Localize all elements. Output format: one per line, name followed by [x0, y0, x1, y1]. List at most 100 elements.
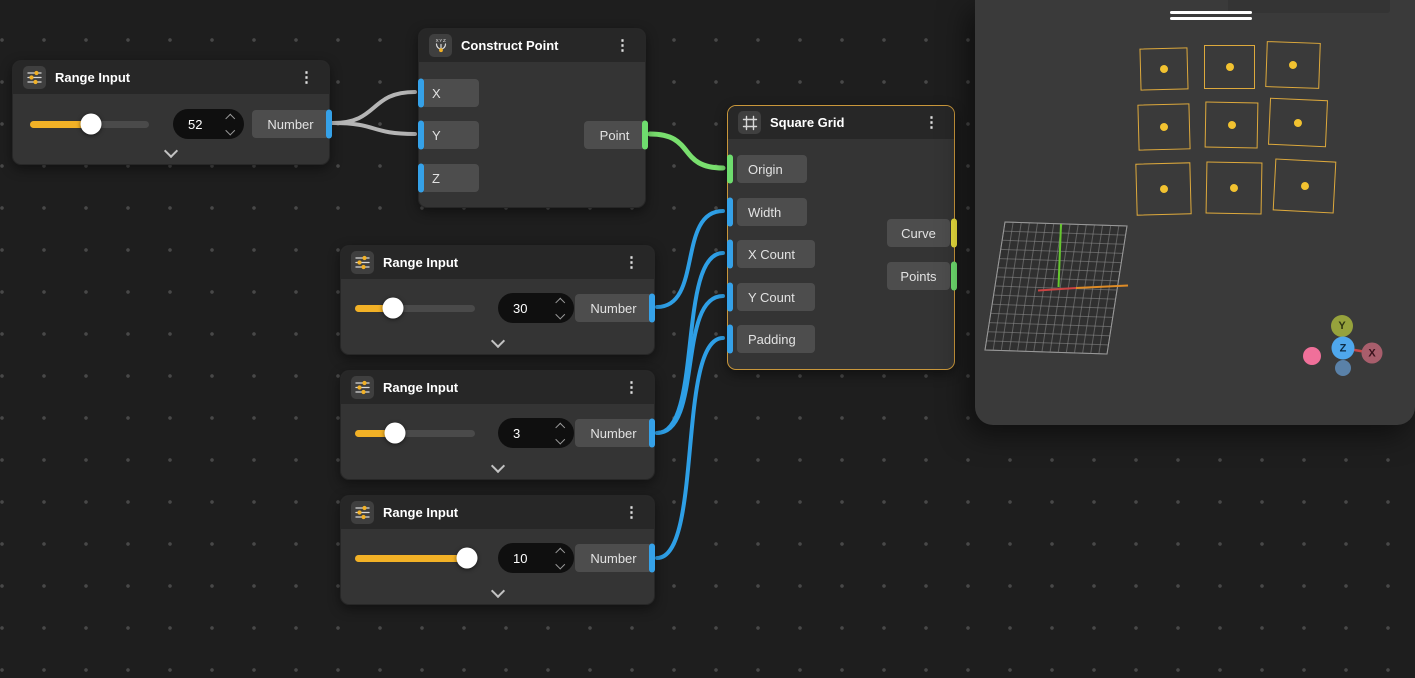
gizmo-y-axis[interactable]: Y [1331, 315, 1353, 337]
value-input[interactable]: 52 [173, 109, 244, 139]
slider-knob[interactable] [80, 114, 101, 135]
range-input-icon [351, 376, 374, 399]
value-input[interactable]: 30 [498, 293, 574, 323]
gizmo-x-axis[interactable]: X [1362, 343, 1383, 364]
grid-point [1230, 184, 1238, 192]
panel-drag-handle-icon[interactable] [1170, 11, 1252, 23]
y-connector[interactable] [418, 121, 424, 150]
grid-square [1137, 103, 1190, 150]
slider-knob[interactable] [383, 298, 404, 319]
wire[interactable] [333, 123, 415, 134]
node-header[interactable]: Range Input ⋮ [341, 496, 654, 529]
x-count-connector[interactable] [727, 240, 733, 269]
input-port-z[interactable]: Z [421, 164, 479, 192]
node-header[interactable]: Range Input ⋮ [13, 61, 329, 94]
node-range-input-3[interactable]: Range Input ⋮ 3 Number [340, 370, 655, 480]
node-header[interactable]: XYZ Construct Point ⋮ [419, 29, 645, 62]
node-construct-point[interactable]: XYZ Construct Point ⋮ X Y Z Point [418, 28, 646, 208]
node-header[interactable]: Square Grid ⋮ [728, 106, 954, 139]
ground-grid [975, 216, 1145, 366]
stepper-buttons[interactable] [227, 115, 234, 133]
z-connector[interactable] [418, 164, 424, 193]
input-port-origin[interactable]: Origin [737, 155, 807, 183]
collapse-chevron-icon[interactable] [493, 461, 503, 471]
padding-connector[interactable] [727, 325, 733, 354]
input-port-padding[interactable]: Padding [737, 325, 815, 353]
kebab-menu-icon[interactable]: ⋮ [919, 113, 944, 132]
output-port-number[interactable]: Number [252, 110, 329, 138]
output-port-curve[interactable]: Curve [887, 219, 950, 247]
grid-square [1135, 162, 1191, 215]
grid-square [1204, 45, 1255, 89]
kebab-menu-icon[interactable]: ⋮ [619, 253, 644, 272]
grid-point [1159, 185, 1167, 193]
wire[interactable] [657, 296, 723, 433]
grid-square [1205, 102, 1259, 149]
number-connector[interactable] [649, 544, 655, 573]
node-square-grid[interactable]: Square Grid ⋮ Origin Width X Count Y Cou… [727, 105, 955, 370]
input-port-y[interactable]: Y [421, 121, 479, 149]
input-port-width[interactable]: Width [737, 198, 807, 226]
gizmo-neg-x-axis[interactable] [1303, 347, 1321, 365]
point-connector[interactable] [642, 121, 648, 150]
stepper-buttons[interactable] [557, 549, 564, 567]
grid-point [1289, 61, 1297, 69]
collapse-chevron-icon[interactable] [493, 586, 503, 596]
number-connector[interactable] [649, 294, 655, 323]
curve-connector[interactable] [951, 219, 957, 248]
range-input-icon [351, 251, 374, 274]
node-header[interactable]: Range Input ⋮ [341, 371, 654, 404]
output-port-number[interactable]: Number [575, 419, 652, 447]
origin-connector[interactable] [727, 155, 733, 184]
port-label: Number [590, 426, 636, 441]
node-range-input-2[interactable]: Range Input ⋮ 30 Number [340, 245, 655, 355]
points-connector[interactable] [951, 262, 957, 291]
port-label: Y [432, 128, 441, 143]
kebab-menu-icon[interactable]: ⋮ [610, 36, 635, 55]
output-port-point[interactable]: Point [584, 121, 645, 149]
collapse-chevron-icon[interactable] [166, 146, 176, 156]
output-port-number[interactable]: Number [575, 544, 652, 572]
node-header[interactable]: Range Input ⋮ [341, 246, 654, 279]
range-slider[interactable] [355, 555, 475, 562]
collapse-chevron-icon[interactable] [493, 336, 503, 346]
range-input-icon [351, 501, 374, 524]
square-grid-icon [738, 111, 761, 134]
kebab-menu-icon[interactable]: ⋮ [294, 68, 319, 87]
stepper-buttons[interactable] [557, 424, 564, 442]
value-text: 10 [513, 551, 527, 566]
gizmo-z-axis[interactable]: Z [1332, 337, 1355, 360]
kebab-menu-icon[interactable]: ⋮ [619, 378, 644, 397]
number-connector[interactable] [326, 110, 332, 139]
y-count-connector[interactable] [727, 283, 733, 312]
node-editor-canvas[interactable]: Range Input ⋮ 52 Number XYZ Constru [0, 0, 1415, 678]
node-range-input-1[interactable]: Range Input ⋮ 52 Number [12, 60, 330, 165]
range-slider[interactable] [30, 121, 149, 128]
grid-square [1273, 158, 1337, 213]
node-range-input-4[interactable]: Range Input ⋮ 10 Number [340, 495, 655, 605]
wire[interactable] [650, 134, 723, 168]
value-input[interactable]: 3 [498, 418, 574, 448]
input-port-y-count[interactable]: Y Count [737, 283, 815, 311]
number-connector[interactable] [649, 419, 655, 448]
wire[interactable] [333, 92, 415, 123]
width-connector[interactable] [727, 198, 733, 227]
input-port-x-count[interactable]: X Count [737, 240, 815, 268]
range-slider[interactable] [355, 430, 475, 437]
grid-square [1268, 98, 1328, 147]
output-port-points[interactable]: Points [887, 262, 950, 290]
stepper-buttons[interactable] [557, 299, 564, 317]
range-slider[interactable] [355, 305, 475, 312]
value-input[interactable]: 10 [498, 543, 574, 573]
kebab-menu-icon[interactable]: ⋮ [619, 503, 644, 522]
x-connector[interactable] [418, 79, 424, 108]
viewport-toolbar: Perspective ⚙ [975, 369, 1415, 425]
node-title: Range Input [383, 255, 458, 270]
output-port-number[interactable]: Number [575, 294, 652, 322]
viewport-panel[interactable]: Y Z X [975, 0, 1415, 425]
input-port-x[interactable]: X [421, 79, 479, 107]
port-label: Padding [748, 332, 796, 347]
slider-knob[interactable] [384, 423, 405, 444]
slider-knob[interactable] [456, 548, 477, 569]
scene-3d: Y Z X [975, 0, 1415, 425]
